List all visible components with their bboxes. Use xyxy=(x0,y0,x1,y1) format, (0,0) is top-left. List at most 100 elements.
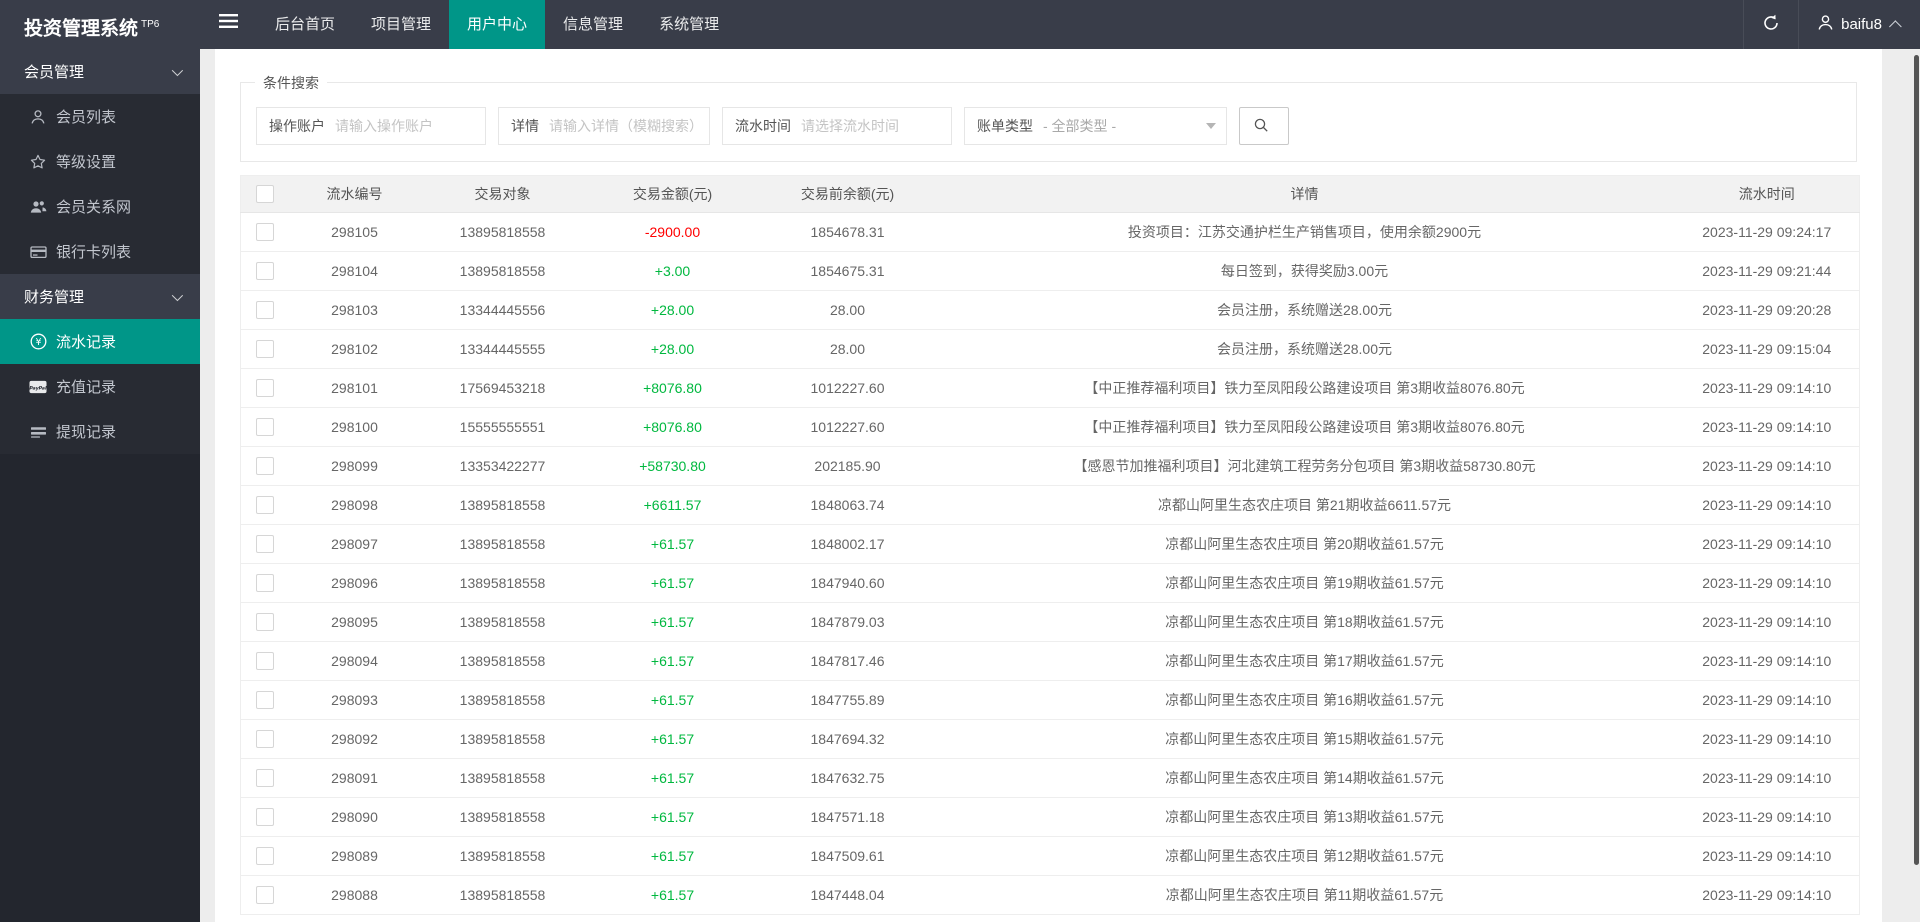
cell-account: 17569453218 xyxy=(421,369,585,408)
paypal-icon: PayPal xyxy=(29,378,47,396)
cell-time: 2023-11-29 09:14:10 xyxy=(1675,759,1860,798)
cell-time: 2023-11-29 09:14:10 xyxy=(1675,408,1860,447)
topbar: 投资管理系统TP6 后台首页项目管理用户中心信息管理系统管理 baifu8 xyxy=(0,0,1920,49)
sidebar-group[interactable]: 会员管理 xyxy=(0,49,200,94)
cell-time: 2023-11-29 09:14:10 xyxy=(1675,720,1860,759)
cell-detail: 凉都山阿里生态农庄项目 第19期收益61.57元 xyxy=(935,564,1675,603)
sidebar-item[interactable]: 等级设置 xyxy=(0,139,200,184)
sidebar-item-label: 会员列表 xyxy=(56,106,116,127)
cell-balance: 1847940.60 xyxy=(761,564,935,603)
cell-detail: 凉都山阿里生态农庄项目 第17期收益61.57元 xyxy=(935,642,1675,681)
search-icon xyxy=(1253,117,1269,136)
topbar-tab[interactable]: 系统管理 xyxy=(641,0,737,49)
search-field: 流水时间 xyxy=(722,107,952,145)
search-field-input[interactable] xyxy=(549,108,709,144)
page-scrollbar[interactable] xyxy=(1914,55,1919,865)
row-checkbox[interactable] xyxy=(256,418,274,436)
main-content: 条件搜索 操作账户 详情 流水时间 账单类型 - 全部类型 - 流水编号交易 xyxy=(200,49,1920,922)
cell-balance: 1847509.61 xyxy=(761,837,935,876)
row-checkbox[interactable] xyxy=(256,691,274,709)
username: baifu8 xyxy=(1841,16,1882,33)
cell-time: 2023-11-29 09:14:10 xyxy=(1675,525,1860,564)
hamburger-icon xyxy=(219,0,238,49)
table-row: 298092 13895818558 +61.57 1847694.32 凉都山… xyxy=(241,720,1860,759)
cell-record-id: 298102 xyxy=(289,330,421,369)
cell-account: 13353422277 xyxy=(421,447,585,486)
cell-record-id: 298093 xyxy=(289,681,421,720)
refresh-button[interactable] xyxy=(1743,0,1798,49)
topbar-tab[interactable]: 信息管理 xyxy=(545,0,641,49)
row-checkbox[interactable] xyxy=(256,496,274,514)
row-checkbox[interactable] xyxy=(256,769,274,787)
row-checkbox[interactable] xyxy=(256,652,274,670)
cell-balance: 28.00 xyxy=(761,291,935,330)
cell-record-id: 298098 xyxy=(289,486,421,525)
cell-balance: 1854678.31 xyxy=(761,213,935,252)
row-checkbox[interactable] xyxy=(256,535,274,553)
sidebar-item[interactable]: ¥ 流水记录 xyxy=(0,319,200,364)
row-checkbox[interactable] xyxy=(256,808,274,826)
row-checkbox[interactable] xyxy=(256,379,274,397)
cell-time: 2023-11-29 09:14:10 xyxy=(1675,564,1860,603)
cell-amount: +28.00 xyxy=(585,291,761,330)
sidebar-item[interactable]: 提现记录 xyxy=(0,409,200,454)
cell-amount: +6611.57 xyxy=(585,486,761,525)
sidebar-group[interactable]: 财务管理 xyxy=(0,274,200,319)
search-field-input[interactable] xyxy=(335,108,485,144)
table-row: 298095 13895818558 +61.57 1847879.03 凉都山… xyxy=(241,603,1860,642)
search-field-select[interactable]: 账单类型 - 全部类型 - xyxy=(964,107,1227,145)
row-checkbox[interactable] xyxy=(256,457,274,475)
user-menu[interactable]: baifu8 xyxy=(1798,0,1920,49)
cell-amount: +61.57 xyxy=(585,798,761,837)
hamburger-menu-button[interactable] xyxy=(200,0,257,49)
column-header: 交易对象 xyxy=(421,176,585,213)
cell-time: 2023-11-29 09:24:17 xyxy=(1675,213,1860,252)
sidebar-item-label: 充值记录 xyxy=(56,376,116,397)
cell-record-id: 298089 xyxy=(289,837,421,876)
cell-amount: +58730.80 xyxy=(585,447,761,486)
search-field: 操作账户 xyxy=(256,107,486,145)
sidebar-item[interactable]: 银行卡列表 xyxy=(0,229,200,274)
sidebar-item[interactable]: 会员关系网 xyxy=(0,184,200,229)
topbar-tab[interactable]: 用户中心 xyxy=(449,0,545,49)
cell-time: 2023-11-29 09:20:28 xyxy=(1675,291,1860,330)
column-header: 流水编号 xyxy=(289,176,421,213)
cell-record-id: 298104 xyxy=(289,252,421,291)
select-all-checkbox[interactable] xyxy=(256,185,274,203)
cell-detail: 【中正推荐福利项目】铁力至凤阳段公路建设项目 第3期收益8076.80元 xyxy=(935,408,1675,447)
user-icon xyxy=(29,108,47,126)
cell-balance: 1847755.89 xyxy=(761,681,935,720)
row-checkbox[interactable] xyxy=(256,730,274,748)
row-checkbox[interactable] xyxy=(256,886,274,904)
search-button[interactable] xyxy=(1239,107,1289,145)
cell-amount: +28.00 xyxy=(585,330,761,369)
sidebar-item[interactable]: 会员列表 xyxy=(0,94,200,139)
cell-detail: 凉都山阿里生态农庄项目 第18期收益61.57元 xyxy=(935,603,1675,642)
cell-balance: 1847632.75 xyxy=(761,759,935,798)
sidebar-item[interactable]: PayPal 充值记录 xyxy=(0,364,200,409)
topbar-tab[interactable]: 项目管理 xyxy=(353,0,449,49)
column-header: 详情 xyxy=(935,176,1675,213)
cell-amount: +61.57 xyxy=(585,603,761,642)
cell-record-id: 298095 xyxy=(289,603,421,642)
search-field-input[interactable] xyxy=(801,108,951,144)
search-panel: 条件搜索 操作账户 详情 流水时间 账单类型 - 全部类型 - xyxy=(240,82,1857,162)
topbar-tab[interactable]: 后台首页 xyxy=(257,0,353,49)
row-checkbox[interactable] xyxy=(256,847,274,865)
row-checkbox[interactable] xyxy=(256,340,274,358)
cell-record-id: 298094 xyxy=(289,642,421,681)
table-row: 298098 13895818558 +6611.57 1848063.74 凉… xyxy=(241,486,1860,525)
cell-detail: 凉都山阿里生态农庄项目 第16期收益61.57元 xyxy=(935,681,1675,720)
row-checkbox[interactable] xyxy=(256,301,274,319)
row-checkbox[interactable] xyxy=(256,223,274,241)
cell-account: 13895818558 xyxy=(421,564,585,603)
cell-balance: 1854675.31 xyxy=(761,252,935,291)
table-row: 298094 13895818558 +61.57 1847817.46 凉都山… xyxy=(241,642,1860,681)
sidebar-item-label: 流水记录 xyxy=(56,331,116,352)
row-checkbox[interactable] xyxy=(256,262,274,280)
cell-amount: +61.57 xyxy=(585,876,761,915)
row-checkbox[interactable] xyxy=(256,574,274,592)
row-checkbox[interactable] xyxy=(256,613,274,631)
caret-down-icon xyxy=(1206,123,1216,129)
column-header: 交易前余额(元) xyxy=(761,176,935,213)
